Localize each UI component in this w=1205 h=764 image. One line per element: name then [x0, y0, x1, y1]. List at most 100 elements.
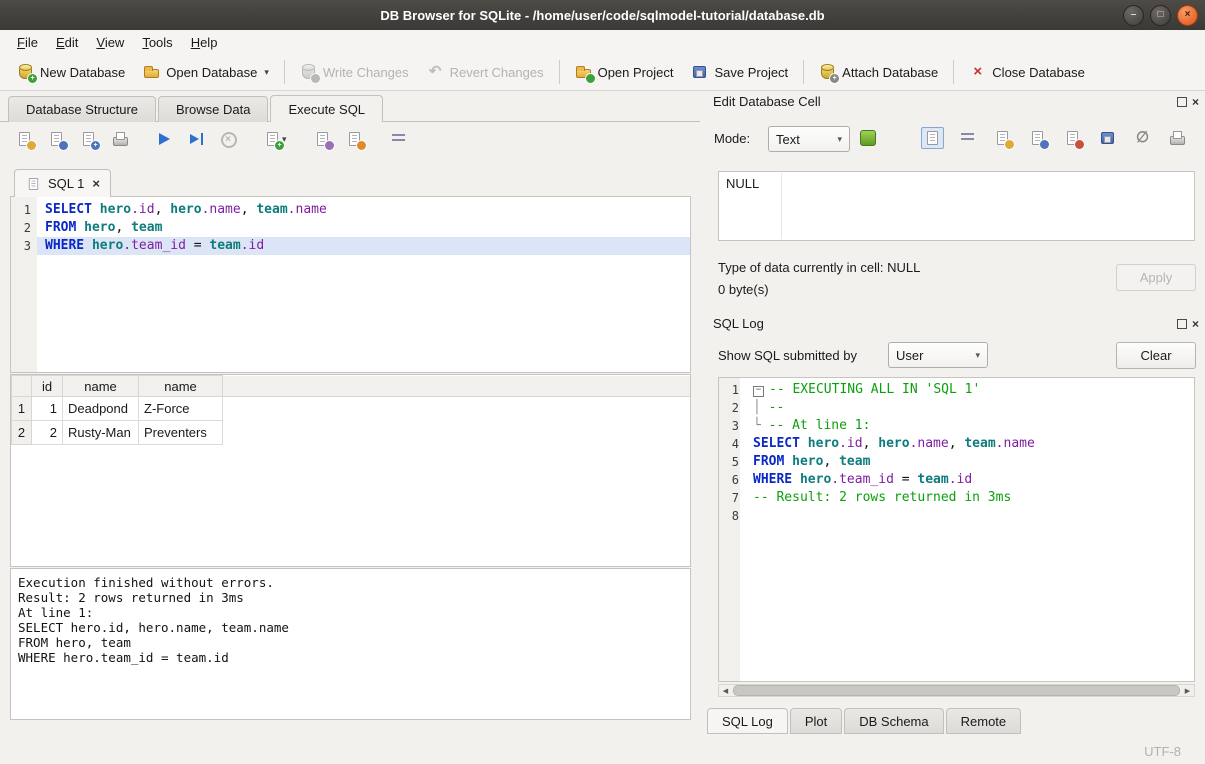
line-number: 7 [719, 489, 745, 507]
line-content: WHERE hero.team_id = team.id [745, 471, 1194, 489]
sql-tab-label: SQL 1 [48, 176, 84, 191]
tab-database-structure[interactable]: Database Structure [8, 96, 156, 122]
dropdown-arrow-icon[interactable]: ▾ [264, 67, 269, 78]
apply-button: Apply [1116, 264, 1196, 291]
line-number: 6 [719, 471, 745, 489]
word-wrap-button[interactable] [956, 127, 979, 149]
export-data-button[interactable] [1061, 127, 1084, 149]
menu-tools[interactable]: Tools [133, 32, 181, 53]
token: │ [753, 400, 769, 415]
token: -- Result: 2 rows returned in 3ms [753, 490, 1011, 505]
menu-edit[interactable]: Edit [47, 32, 87, 53]
import-data-button[interactable] [1026, 127, 1049, 149]
token: team [209, 238, 240, 253]
open-project-button[interactable]: Open Project [566, 59, 683, 85]
results-table[interactable]: idnamename 11DeadpondZ-Force22Rusty-ManP… [10, 374, 691, 567]
token [784, 454, 792, 469]
code-line: 3WHERE hero.team_id = team.id [11, 237, 690, 255]
new-database-button[interactable]: +New Database [8, 59, 134, 85]
close-button[interactable]: × [1177, 5, 1198, 26]
sql-query-tab[interactable]: SQL 1 × [14, 169, 111, 197]
table-cell[interactable]: 2 [32, 421, 63, 445]
close-tab-icon[interactable]: × [92, 176, 100, 191]
menu-view[interactable]: View [87, 32, 133, 53]
code-line: 6WHERE hero.team_id = team.id [719, 471, 1194, 489]
scroll-right-icon[interactable]: ▶ [1181, 687, 1194, 695]
close-database-button[interactable]: ×Close Database [960, 59, 1094, 85]
menu-file[interactable]: File [8, 32, 47, 53]
text-mode-button[interactable] [921, 127, 944, 149]
float-panel-icon[interactable] [1177, 97, 1187, 107]
float-panel-icon[interactable] [1177, 319, 1187, 329]
import-text-icon [860, 130, 876, 146]
execute-all-button[interactable] [156, 131, 173, 147]
table-cell[interactable]: Z-Force [139, 397, 223, 421]
table-cell[interactable]: Preventers [139, 421, 223, 445]
cell-value: NULL [726, 176, 759, 191]
tab-plot[interactable]: Plot [790, 708, 842, 734]
table-cell[interactable]: Deadpond [63, 397, 139, 421]
open-database-button[interactable]: Open Database▾ [134, 59, 278, 85]
save-sql-file-button[interactable] [48, 131, 65, 147]
attach-database-button[interactable]: +Attach Database [810, 59, 947, 85]
log-filter-select[interactable]: User ▾ [888, 342, 988, 368]
token: hero [100, 202, 131, 217]
print-button[interactable] [112, 131, 129, 147]
table-cell[interactable]: Rusty-Man [63, 421, 139, 445]
sql-log-view[interactable]: 1−-- EXECUTING ALL IN 'SQL 1'2│ --3└ -- … [718, 377, 1195, 682]
row-header[interactable]: 1 [12, 397, 32, 421]
tab-sql-log[interactable]: SQL Log [707, 708, 788, 734]
token: , [949, 436, 965, 451]
output-line: Result: 2 rows returned in 3ms [18, 590, 683, 605]
row-header[interactable]: 2 [12, 421, 32, 445]
column-header[interactable]: id [32, 376, 63, 397]
code-line: 2│ -- [719, 399, 1194, 417]
import-text-button[interactable] [860, 130, 876, 149]
tab-execute-sql[interactable]: Execute SQL [270, 95, 383, 122]
token [84, 238, 92, 253]
clear-button[interactable]: Clear [1116, 342, 1196, 369]
maximize-button[interactable]: □ [1150, 5, 1171, 26]
column-header[interactable]: name [63, 376, 139, 397]
horizontal-scrollbar[interactable]: ◀ ▶ [718, 684, 1195, 697]
line-content [745, 507, 1194, 525]
find-replace-button[interactable] [346, 131, 363, 147]
tab-db-schema[interactable]: DB Schema [844, 708, 943, 734]
cell-editor[interactable]: NULL [718, 171, 1195, 241]
toolbar-separator [284, 60, 285, 84]
token: WHERE [753, 472, 792, 487]
mode-value: Text [776, 132, 800, 147]
mode-select[interactable]: Text ▾ [768, 126, 850, 152]
icon-badge: + [28, 74, 37, 83]
scroll-left-icon[interactable]: ◀ [719, 687, 732, 695]
minimize-button[interactable]: – [1123, 5, 1144, 26]
sql-editor[interactable]: 1SELECT hero.id, hero.name, team.name2FR… [10, 196, 691, 373]
save-project-button[interactable]: Save Project [682, 59, 797, 85]
token: hero [84, 220, 115, 235]
new-query-tab-button[interactable]: +▾ [264, 131, 287, 147]
open-data-file-button[interactable] [991, 127, 1014, 149]
toolbar-button-label: Open Project [598, 65, 674, 80]
close-panel-icon[interactable]: × [1192, 96, 1199, 108]
open-sql-file-button[interactable] [16, 131, 33, 147]
close-panel-icon[interactable]: × [1192, 318, 1199, 330]
export-results-button[interactable] [314, 131, 331, 147]
execute-current-line-button[interactable] [188, 131, 205, 147]
tab-remote[interactable]: Remote [946, 708, 1022, 734]
icon-badge [27, 141, 36, 150]
line-number: 2 [11, 219, 37, 237]
token: .team_id [123, 238, 186, 253]
word-wrap-button[interactable] [390, 131, 407, 147]
tab-browse-data[interactable]: Browse Data [158, 96, 268, 122]
execution-output[interactable]: Execution finished without errors.Result… [10, 568, 691, 720]
table-cell[interactable]: 1 [32, 397, 63, 421]
set-null-button[interactable]: ∅ [1131, 127, 1154, 149]
save-data-button[interactable] [1096, 127, 1119, 149]
menu-help[interactable]: Help [182, 32, 227, 53]
scrollbar-thumb[interactable] [733, 685, 1180, 696]
print-cell-button[interactable] [1166, 127, 1189, 149]
column-header[interactable]: name [139, 376, 223, 397]
execute-current-line-icon [188, 131, 205, 147]
save-sql-as-button[interactable]: + [80, 131, 97, 147]
title-bar[interactable]: DB Browser for SQLite - /home/user/code/… [0, 0, 1205, 30]
